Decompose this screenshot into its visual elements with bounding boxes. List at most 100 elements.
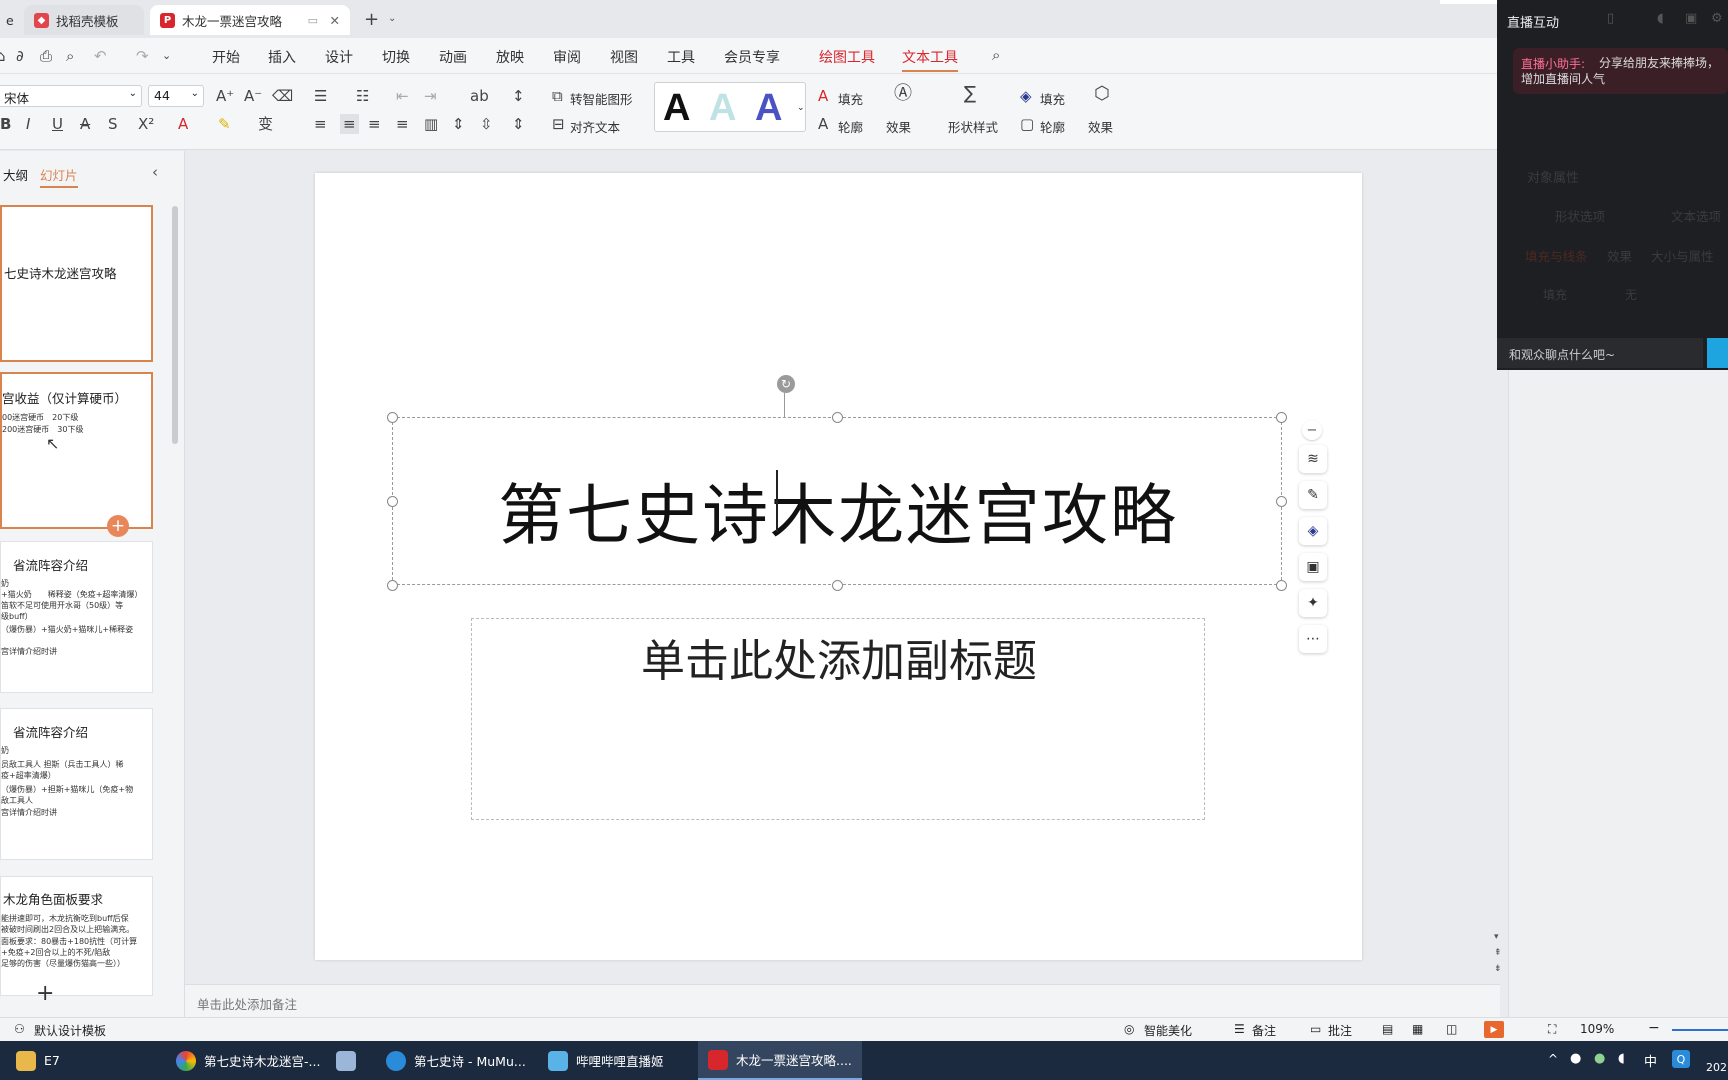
smart-beautify-button[interactable]: 智能美化 [1144, 1022, 1192, 1039]
shape-options-tab[interactable]: 形状选项 [1555, 206, 1605, 225]
fill-line-tab[interactable]: 填充与线条 [1525, 246, 1588, 265]
text-outline-button[interactable]: 轮廓 [838, 117, 863, 136]
layers-icon[interactable]: ≋ [1299, 445, 1327, 473]
menu-drawing-tools[interactable]: 绘图工具 [819, 47, 875, 67]
search-icon[interactable]: ⌕ [992, 47, 1000, 63]
taskbar-mumu[interactable]: 第七史诗 - MuMu... [386, 1041, 526, 1080]
superscript-icon[interactable]: X² [138, 116, 154, 132]
font-size-select[interactable]: 44 ⌄ [148, 85, 204, 107]
zoom-slider[interactable] [1672, 1029, 1728, 1031]
resize-handle[interactable] [387, 580, 398, 591]
menu-tools[interactable]: 工具 [667, 47, 695, 67]
tray-app-icon[interactable]: ● [1570, 1051, 1581, 1066]
gear-icon[interactable]: ⚙ [1711, 11, 1723, 26]
next-slide-icon[interactable]: ⇟ [1494, 964, 1502, 974]
align-center-icon[interactable]: ≡ [340, 114, 359, 134]
split-icon[interactable]: ▯ [1607, 11, 1614, 26]
slide-thumbnail[interactable]: 七史诗木龙迷宫攻略 [0, 205, 153, 362]
chat-input[interactable]: 和观众聊点什么吧~ [1497, 338, 1703, 368]
folder-icon[interactable]: ⌂ [0, 48, 6, 64]
taskbar-computer[interactable] [336, 1041, 364, 1080]
slide-thumbnail[interactable]: 省流阵容介绍 奶 +猫火奶 稀释姿（免疫+超率清爆） 笛软不足可使用开水哥（50… [0, 541, 153, 693]
indent-icon[interactable]: ⇥ [424, 88, 437, 104]
bold-icon[interactable]: B [0, 116, 11, 132]
wordart-style-cyan[interactable]: A [709, 87, 736, 130]
wechat-icon[interactable]: ● [1594, 1051, 1605, 1066]
send-button[interactable] [1707, 338, 1728, 368]
chevron-down-icon[interactable]: ⌄ [388, 13, 396, 24]
tab-templates[interactable]: ◆ 找稻壳模板 [24, 5, 144, 35]
text-direction-icon[interactable]: ab [470, 88, 489, 104]
font-grow-icon[interactable]: A⁺ [216, 88, 234, 104]
font-color-icon[interactable]: A [178, 116, 188, 132]
slide-title[interactable]: 第七史诗木龙迷宫攻略 [393, 462, 1283, 558]
collapse-toolbar-icon[interactable]: − [1302, 420, 1322, 440]
menu-insert[interactable]: 插入 [268, 47, 296, 67]
menu-review[interactable]: 审阅 [553, 47, 581, 67]
phonetic-icon[interactable]: 变 [258, 116, 273, 132]
clear-format-icon[interactable]: ⌫ [272, 88, 293, 104]
text-effect-button[interactable]: 效果 [886, 117, 911, 136]
title-textbox[interactable]: 第七史诗木龙迷宫攻略 [392, 417, 1282, 585]
strikethrough-icon[interactable]: A [80, 116, 90, 132]
print-icon[interactable]: ⎙ [40, 48, 52, 64]
normal-view-icon[interactable]: ▤ [1382, 1022, 1393, 1036]
underline-icon[interactable]: U [52, 116, 63, 132]
wordart-gallery[interactable]: A A A ⌄ [654, 82, 806, 132]
subtitle-textbox[interactable]: 单击此处添加副标题 [471, 618, 1205, 820]
bullet-list-icon[interactable]: ☰ [314, 88, 327, 104]
prev-slide-icon[interactable]: ⇞ [1494, 948, 1502, 958]
highlight-icon[interactable]: ✎ [218, 116, 231, 132]
rotate-handle-icon[interactable]: ↻ [777, 375, 795, 393]
redo-icon[interactable]: ↷ [136, 48, 149, 64]
effect-tab[interactable]: 效果 [1607, 246, 1632, 265]
more-chevron-icon[interactable]: ⌄ [162, 48, 171, 64]
magic-wand-icon[interactable]: ✦ [1299, 589, 1327, 617]
line-spacing-icon[interactable]: ↕ [512, 88, 525, 104]
shape-style-button[interactable]: 形状样式 [948, 117, 998, 136]
text-fill-button[interactable]: 填充 [838, 89, 863, 108]
zoom-level[interactable]: 109% [1580, 1022, 1614, 1036]
collapse-panel-icon[interactable]: ‹ [152, 163, 158, 181]
frame-icon[interactable]: ▣ [1299, 553, 1327, 581]
wordart-style-black[interactable]: A [663, 87, 690, 130]
tab-home[interactable]: e [0, 5, 16, 35]
gallery-more-icon[interactable]: ⌄ [797, 103, 805, 113]
preview-icon[interactable]: ⌕ [66, 48, 74, 64]
reading-view-icon[interactable]: ◫ [1446, 1022, 1457, 1036]
slide-thumbnail[interactable]: 省流阵容介绍 奶 员敌工具人 担斯（兵击工具人）稀 疫+超率清爆） （爆伤暴）+… [0, 708, 153, 860]
menu-start[interactable]: 开始 [212, 47, 240, 67]
add-slide-icon[interactable]: + [107, 515, 129, 537]
shape-outline-button[interactable]: 轮廓 [1040, 117, 1065, 136]
tab-document[interactable]: P 木龙一票迷宫攻略 ▭ ✕ [150, 5, 350, 35]
outdent-icon[interactable]: ⇤ [396, 88, 409, 104]
taskbar-browser[interactable]: 第七史诗木龙迷宫-... [176, 1041, 320, 1080]
scroll-up-icon[interactable]: ▾ [1494, 932, 1499, 942]
column-icon[interactable]: ⇳ [480, 116, 493, 132]
size-props-tab[interactable]: 大小与属性 [1651, 246, 1714, 265]
more-options-icon[interactable]: ⋯ [1299, 625, 1327, 653]
align-text-button[interactable]: 对齐文本 [570, 117, 620, 136]
slide-thumbnail[interactable]: 宫收益（仅计算硬币） 00迷宫硬币 20下级 200迷宫硬币 30下级 ↖ [0, 372, 153, 529]
fit-window-icon[interactable]: ⛶ [1548, 1022, 1556, 1037]
font-name-select[interactable]: 宋体 ⌄ [0, 85, 142, 107]
taskbar-explorer[interactable]: E7 [16, 1041, 60, 1080]
slide[interactable]: 第七史诗木龙迷宫攻略 ↻ 单击此处添加副标题 [315, 173, 1362, 960]
resize-handle[interactable] [832, 580, 843, 591]
resize-handle[interactable] [387, 412, 398, 423]
comment-button[interactable]: 批注 [1328, 1022, 1352, 1039]
notes-pane[interactable]: 单击此处添加备注 [185, 984, 1500, 1017]
line-spacing2-icon[interactable]: ⇕ [512, 116, 525, 132]
distribute-icon[interactable]: ▥ [424, 116, 438, 132]
new-slide-icon[interactable]: + [36, 981, 54, 1006]
notes-placeholder[interactable]: 单击此处添加备注 [197, 994, 297, 1013]
undo-icon[interactable]: ↶ [94, 48, 107, 64]
fill-bucket-icon[interactable]: ◈ [1299, 517, 1327, 545]
taskbar-bilibili[interactable]: 哔哩哔哩直播姬 [548, 1041, 664, 1080]
resize-handle[interactable] [1276, 580, 1287, 591]
qq-icon[interactable]: Q [1672, 1050, 1690, 1068]
ime-indicator[interactable]: 中 [1644, 1051, 1657, 1070]
resize-handle[interactable] [387, 496, 398, 507]
fill-value[interactable]: 无 [1625, 286, 1637, 303]
design-template-label[interactable]: 默认设计模板 [34, 1022, 106, 1039]
